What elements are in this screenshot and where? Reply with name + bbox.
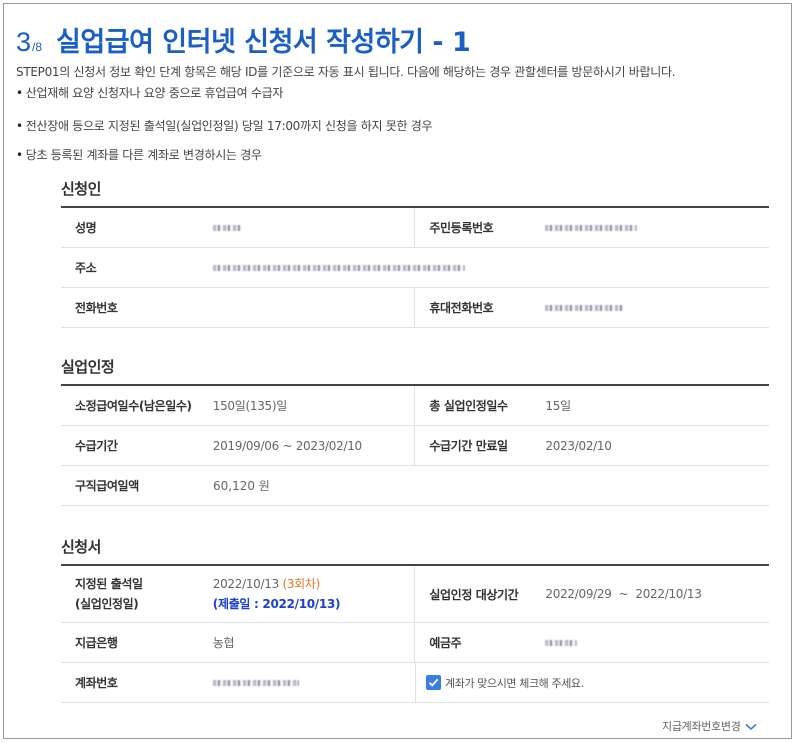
- mobile-value: [531, 301, 769, 315]
- period-label: 수급기간: [75, 439, 118, 453]
- mobile-label: 휴대전화번호: [429, 301, 494, 315]
- note-item: • 전산장애 등으로 지정된 출석일(실업인정일) 당일 17:00까지 신청을 …: [16, 117, 433, 134]
- daily-label: 구직급여일액: [75, 479, 139, 493]
- days-label: 소정급여일수(남은일수): [75, 399, 192, 413]
- table-row: 지급은행 농협 예금주: [61, 623, 769, 663]
- redacted-account: [213, 680, 299, 686]
- attend-round: (3회차): [282, 577, 321, 591]
- bullet-icon: •: [16, 86, 23, 100]
- expiry-value: 2023/02/10: [545, 438, 612, 453]
- table-row: 계좌번호 계좌가 맞으시면 체크해 주세요.: [61, 663, 769, 703]
- period-value: 2019/09/06 ~ 2023/02/10: [212, 438, 362, 453]
- chevron-down-icon: [745, 721, 757, 734]
- note-text: 전산장애 등으로 지정된 출석일(실업인정일) 당일 17:00까지 신청을 하…: [25, 119, 433, 133]
- applicant-section-title: 신청인: [61, 180, 101, 198]
- redacted-name: [212, 225, 241, 231]
- intro-text: STEP01의 신청서 정보 확인 단계 항목은 해당 ID를 기준으로 자동 …: [16, 65, 676, 79]
- daily-value: 60,120 원: [213, 479, 270, 493]
- redacted-rrn: [545, 225, 638, 231]
- bullet-icon: •: [16, 119, 23, 133]
- table-row: 전화번호 휴대전화번호: [61, 288, 769, 328]
- table-row: 소정급여일수(남은일수) 150일(135)일 총 실업인정일수 15일: [61, 386, 769, 426]
- address-value: [201, 261, 769, 275]
- name-label: 성명: [75, 221, 97, 235]
- target-period-value: 2022/09/29 ~ 2022/10/13: [545, 587, 702, 601]
- confirm-checkbox[interactable]: [426, 675, 441, 690]
- days-value: 150일(135)일: [212, 399, 288, 413]
- table-row: 구직급여일액 60,120 원: [61, 466, 769, 506]
- rrn-label: 주민등록번호: [429, 221, 494, 235]
- applicant-table: 성명 주민등록번호 주소 전화번호 휴대전화번호: [61, 206, 769, 328]
- table-row: 주소: [61, 248, 769, 288]
- target-period-label: 실업인정 대상기간: [429, 587, 519, 602]
- application-section-title: 신청서: [61, 538, 101, 556]
- table-row: 성명 주민등록번호: [61, 208, 769, 248]
- table-row: 지정된 출석일 (실업인정일) 2022/10/13 (3회차) (제출일 : …: [61, 566, 769, 623]
- page-header: 3 /8 실업급여 인터넷 신청서 작성하기 - 1: [16, 20, 471, 59]
- bullet-icon: •: [16, 148, 23, 162]
- attend-date: 2022/10/13: [212, 577, 279, 591]
- table-row: 수급기간 2019/09/06 ~ 2023/02/10 수급기간 만료일 20…: [61, 426, 769, 466]
- redacted-mobile: [545, 305, 624, 311]
- confirm-checkbox-wrap[interactable]: 계좌가 맞으시면 체크해 주세요.: [415, 663, 584, 702]
- holder-label: 예금주: [429, 636, 462, 650]
- account-label: 계좌번호: [75, 676, 118, 690]
- total-days-value: 15일: [545, 399, 571, 413]
- unemployment-section-title: 실업인정: [61, 358, 115, 376]
- bank-label: 지급은행: [75, 636, 118, 650]
- step-current: 3: [16, 27, 32, 57]
- rrn-value: [531, 221, 769, 235]
- application-table: 지정된 출석일 (실업인정일) 2022/10/13 (3회차) (제출일 : …: [61, 564, 769, 703]
- submit-date: (제출일 : 2022/10/13): [212, 597, 341, 611]
- change-account-link[interactable]: 지급계좌번호변경: [662, 718, 757, 734]
- bank-value: 농협: [212, 636, 235, 650]
- attend-label: 지정된 출석일 (실업인정일): [75, 577, 143, 611]
- page-title: 실업급여 인터넷 신청서 작성하기 - 1: [56, 27, 471, 58]
- expiry-label: 수급기간 만료일: [429, 439, 508, 453]
- phone-label: 전화번호: [75, 301, 118, 315]
- step-total: /8: [32, 40, 43, 54]
- address-label: 주소: [75, 261, 97, 275]
- redacted-holder: [545, 640, 578, 646]
- total-days-label: 총 실업인정일수: [429, 399, 508, 413]
- redacted-address: [213, 265, 465, 271]
- note-item: • 당초 등록된 계좌를 다른 계좌로 변경하시는 경우: [16, 146, 262, 163]
- checkmark-icon: [428, 678, 439, 687]
- unemployment-table: 소정급여일수(남은일수) 150일(135)일 총 실업인정일수 15일 수급기…: [61, 384, 769, 506]
- holder-value: [531, 636, 769, 650]
- confirm-label[interactable]: 계좌가 맞으시면 체크해 주세요.: [445, 675, 584, 691]
- name-value: [201, 221, 415, 235]
- note-item: • 산업재해 요양 신청자나 요양 중으로 휴업급여 수급자: [16, 84, 283, 101]
- attend-value: 2022/10/13 (3회차) (제출일 : 2022/10/13): [201, 574, 415, 614]
- note-text: 당초 등록된 계좌를 다른 계좌로 변경하시는 경우: [25, 148, 262, 162]
- note-text: 산업재해 요양 신청자나 요양 중으로 휴업급여 수급자: [25, 86, 284, 100]
- account-value: [201, 676, 415, 690]
